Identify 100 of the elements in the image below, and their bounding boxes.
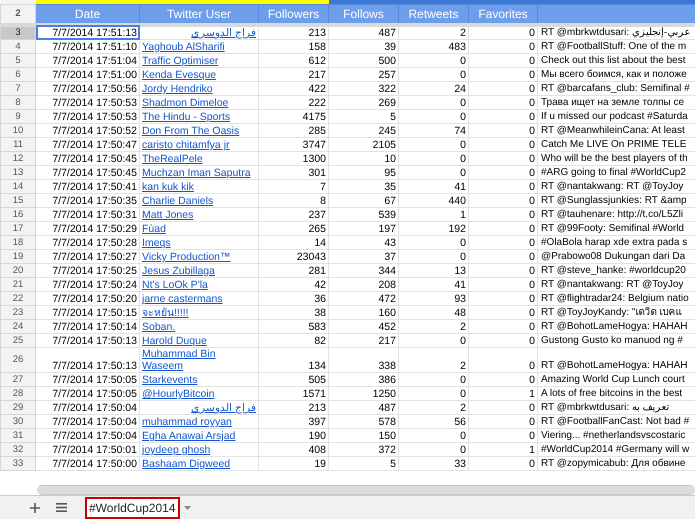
tweet-cell: #ARG going to final #WorldCup2 (538, 166, 695, 180)
table-cell: 0 (468, 348, 538, 372)
column-header: Retweets (398, 4, 468, 25)
date-cell[interactable]: 7/7/2014 17:50:52 (36, 124, 140, 138)
table-cell: 0 (398, 152, 468, 166)
date-cell[interactable]: 7/7/2014 17:50:25 (36, 264, 140, 278)
date-cell[interactable]: 7/7/2014 17:50:04 (36, 428, 140, 442)
table-cell: 48 (398, 306, 468, 320)
date-cell[interactable]: 7/7/2014 17:50:28 (36, 236, 140, 250)
date-cell[interactable]: 7/7/2014 17:50:41 (36, 180, 140, 194)
date-cell[interactable]: 7/7/2014 17:50:05 (36, 372, 140, 386)
date-cell[interactable]: 7/7/2014 17:50:05 (36, 386, 140, 400)
table-cell: 0 (398, 138, 468, 152)
horizontal-scrollbar[interactable] (37, 485, 695, 495)
date-cell[interactable]: 7/7/2014 17:50:27 (36, 250, 140, 264)
row-number: 31 (0, 428, 36, 442)
table-cell: 397 (258, 414, 328, 428)
table-cell: 13 (398, 264, 468, 278)
row-number: 18 (0, 236, 36, 250)
table-cell: 452 (328, 320, 398, 334)
row-number: 21 (0, 278, 36, 292)
row-number: 12 (0, 152, 36, 166)
tweet-cell: RT @mbrkwtdusari: تعريف به (538, 400, 695, 414)
table-cell: 0 (468, 166, 538, 180)
table-cell: 4175 (258, 110, 328, 124)
table-cell: 2 (398, 400, 468, 414)
sheet-tab[interactable]: #WorldCup2014 (85, 496, 180, 518)
date-cell[interactable]: 7/7/2014 17:50:13 (36, 334, 140, 348)
date-cell[interactable]: 7/7/2014 17:50:24 (36, 278, 140, 292)
table-cell: 0 (398, 110, 468, 124)
table-cell: 0 (468, 292, 538, 306)
row-number: 33 (0, 456, 36, 470)
date-cell[interactable]: 7/7/2014 17:50:04 (36, 414, 140, 428)
tweet-cell: RT @FootballFanCast: Not bad # (538, 414, 695, 428)
table-cell: 0 (468, 180, 538, 194)
tweet-cell: RT @99Footy: Semifinal #World (538, 222, 695, 236)
table-cell: 24 (398, 82, 468, 96)
date-cell[interactable]: 7/7/2014 17:50:47 (36, 138, 140, 152)
date-cell[interactable]: 7/7/2014 17:51:13 (36, 25, 140, 40)
row-number: 32 (0, 442, 36, 456)
table-cell: 0 (398, 442, 468, 456)
table-cell: 386 (328, 372, 398, 386)
table-cell: 222 (258, 96, 328, 110)
row-number: 22 (0, 292, 36, 306)
table-cell: 539 (328, 208, 398, 222)
tweet-cell: RT @Sunglassjunkies: RT &amp (538, 194, 695, 208)
row-number: 8 (0, 96, 36, 110)
row-number: 9 (0, 110, 36, 124)
table-cell: 257 (328, 68, 398, 82)
date-cell[interactable]: 7/7/2014 17:50:53 (36, 110, 140, 124)
table-cell: 0 (468, 428, 538, 442)
table-cell: 372 (328, 442, 398, 456)
date-cell[interactable]: 7/7/2014 17:50:20 (36, 292, 140, 306)
row-number: 27 (0, 372, 36, 386)
row-number: 28 (0, 386, 36, 400)
date-cell[interactable]: 7/7/2014 17:50:04 (36, 400, 140, 414)
table-cell: 0 (468, 96, 538, 110)
date-cell[interactable]: 7/7/2014 17:50:45 (36, 152, 140, 166)
table-cell: 483 (398, 40, 468, 54)
date-cell[interactable]: 7/7/2014 17:50:13 (36, 348, 140, 372)
date-cell[interactable]: 7/7/2014 17:50:35 (36, 194, 140, 208)
row-number: 10 (0, 124, 36, 138)
date-cell[interactable]: 7/7/2014 17:50:01 (36, 442, 140, 456)
table-cell: 0 (468, 414, 538, 428)
date-cell[interactable]: 7/7/2014 17:50:45 (36, 166, 140, 180)
table-cell: 0 (398, 428, 468, 442)
tweet-cell: Catch Me LIVE On PRIME TELE (538, 138, 695, 152)
row-number: 17 (0, 222, 36, 236)
table-cell: 33 (398, 456, 468, 470)
table-cell: 37 (328, 250, 398, 264)
table-cell: 213 (258, 25, 328, 40)
date-cell[interactable]: 7/7/2014 17:50:29 (36, 222, 140, 236)
date-cell[interactable]: 7/7/2014 17:50:14 (36, 320, 140, 334)
table-cell: 612 (258, 54, 328, 68)
table-cell: 95 (328, 166, 398, 180)
table-cell: 322 (328, 82, 398, 96)
tweet-cell: RT @tauhenare: http://t.co/L5Zli (538, 208, 695, 222)
date-cell[interactable]: 7/7/2014 17:50:56 (36, 82, 140, 96)
date-cell[interactable]: 7/7/2014 17:50:00 (36, 456, 140, 470)
date-cell[interactable]: 7/7/2014 17:51:04 (36, 54, 140, 68)
table-cell: 134 (258, 348, 328, 372)
row-number: 26 (0, 348, 36, 372)
table-cell: 0 (398, 96, 468, 110)
caret-icon[interactable] (184, 506, 191, 510)
date-cell[interactable]: 7/7/2014 17:50:15 (36, 306, 140, 320)
menu-icon[interactable] (56, 503, 67, 512)
table-cell: 14 (258, 236, 328, 250)
table-cell: 1300 (258, 152, 328, 166)
table-cell: 197 (328, 222, 398, 236)
table-cell: 2 (398, 25, 468, 40)
date-cell[interactable]: 7/7/2014 17:50:31 (36, 208, 140, 222)
add-icon[interactable] (30, 502, 40, 512)
table-cell: 2105 (328, 138, 398, 152)
date-cell[interactable]: 7/7/2014 17:51:00 (36, 68, 140, 82)
table-cell: 0 (398, 54, 468, 68)
row-number: 19 (0, 250, 36, 264)
date-cell[interactable]: 7/7/2014 17:50:53 (36, 96, 140, 110)
table-cell: 281 (258, 264, 328, 278)
tweet-cell: Viering... #netherlandsvscostaric (538, 428, 695, 442)
date-cell[interactable]: 7/7/2014 17:51:10 (36, 40, 140, 54)
